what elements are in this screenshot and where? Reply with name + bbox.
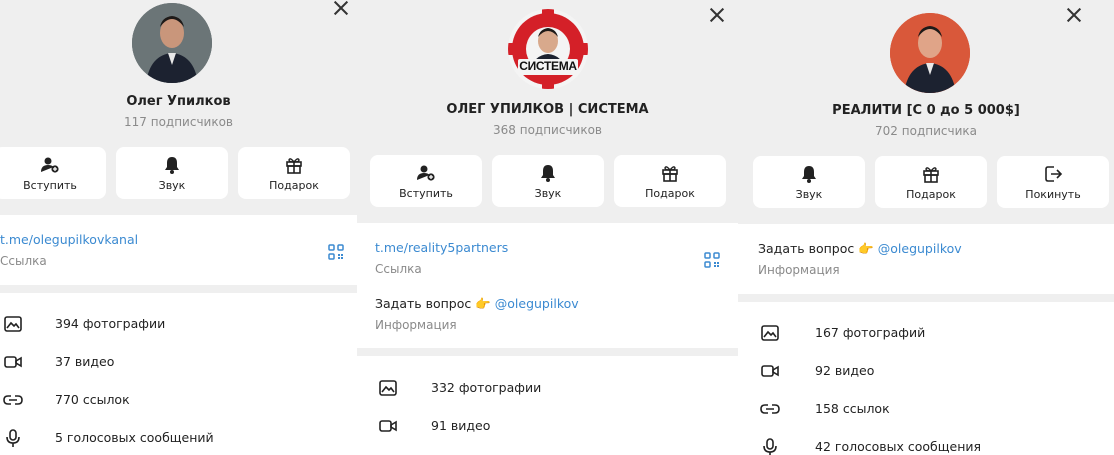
leave-icon bbox=[1045, 165, 1063, 182]
media-row-links[interactable]: 158 ссылок bbox=[738, 390, 1114, 428]
media-label: 5 голосовых сообщений bbox=[55, 430, 214, 445]
section-divider bbox=[738, 294, 1114, 302]
channel-panel-1: Олег Упилков 117 подписчиков Вступить Зв… bbox=[0, 0, 357, 455]
link-caption: Ссылка bbox=[0, 254, 47, 268]
qr-code-icon[interactable] bbox=[704, 252, 720, 268]
sound-label: Звук bbox=[534, 186, 562, 200]
gift-button[interactable]: Подарок bbox=[238, 147, 350, 199]
info-text: Задать вопрос 👉 @olegupilkov bbox=[758, 241, 962, 257]
avatar-badge-text: СИСТЕМА bbox=[519, 59, 577, 73]
avatar: СИСТЕМА bbox=[508, 9, 588, 89]
photo-icon bbox=[761, 325, 779, 341]
gift-icon bbox=[286, 157, 302, 174]
mention-link[interactable]: @olegupilkov bbox=[495, 296, 579, 311]
close-icon[interactable] bbox=[709, 7, 725, 23]
sound-button[interactable]: Звук bbox=[753, 156, 865, 208]
qr-code-icon[interactable] bbox=[328, 244, 344, 260]
gift-icon bbox=[923, 166, 939, 183]
channel-panel-2: СИСТЕМА ОЛЕГ УПИЛКОВ | СИСТЕМА 368 подпи… bbox=[357, 0, 738, 455]
subscriber-count: 702 подписчика bbox=[875, 124, 977, 138]
avatar bbox=[132, 3, 212, 83]
media-row-photos[interactable]: 167 фотографий bbox=[738, 314, 1114, 352]
sound-button[interactable]: Звук bbox=[116, 147, 228, 199]
bell-icon bbox=[165, 156, 179, 174]
gift-button[interactable]: Подарок bbox=[614, 155, 726, 207]
media-label: 42 голосовых сообщения bbox=[815, 439, 982, 454]
channel-title: РЕАЛИТИ [С 0 до 5 000$] bbox=[832, 103, 1020, 118]
photo-icon bbox=[4, 316, 22, 332]
gift-button[interactable]: Подарок bbox=[875, 156, 987, 208]
section-divider bbox=[357, 348, 738, 356]
profile-header: Олег Упилков 117 подписчиков Вступить Зв… bbox=[0, 0, 357, 215]
media-row-photos[interactable]: 394 фотографии bbox=[0, 305, 357, 343]
gift-label: Подарок bbox=[645, 186, 695, 200]
media-label: 332 фотографии bbox=[431, 380, 542, 395]
sound-button[interactable]: Звук bbox=[492, 155, 604, 207]
video-icon bbox=[4, 356, 22, 368]
avatar bbox=[890, 13, 970, 93]
media-label: 91 видео bbox=[431, 418, 491, 433]
info-text: Задать вопрос 👉 @olegupilkov bbox=[375, 296, 579, 312]
profile-header: РЕАЛИТИ [С 0 до 5 000$] 702 подписчика З… bbox=[738, 0, 1114, 224]
media-row-videos[interactable]: 91 видео bbox=[357, 407, 738, 445]
info-text-prefix: Задать вопрос 👉 bbox=[758, 241, 878, 256]
media-label: 92 видео bbox=[815, 363, 875, 378]
media-row-voice[interactable]: 42 голосовых сообщения bbox=[738, 428, 1114, 455]
media-label: 167 фотографий bbox=[815, 325, 926, 340]
photo-icon bbox=[379, 380, 397, 396]
channel-panel-3: РЕАЛИТИ [С 0 до 5 000$] 702 подписчика З… bbox=[738, 0, 1114, 455]
channel-link[interactable]: t.me/olegupilkovkanal bbox=[0, 232, 138, 247]
leave-button[interactable]: Покинуть bbox=[997, 156, 1109, 208]
info-caption: Информация bbox=[758, 263, 840, 277]
join-label: Вступить bbox=[399, 186, 453, 200]
media-row-videos[interactable]: 37 видео bbox=[0, 343, 357, 381]
link-caption: Ссылка bbox=[375, 262, 422, 276]
microphone-icon bbox=[763, 438, 777, 455]
subscriber-count: 117 подписчиков bbox=[124, 115, 233, 129]
gift-label: Подарок bbox=[906, 187, 956, 201]
channel-link[interactable]: t.me/reality5partners bbox=[375, 240, 508, 255]
subscriber-count: 368 подписчиков bbox=[493, 123, 602, 137]
media-label: 158 ссылок bbox=[815, 401, 890, 416]
media-row-links[interactable]: 770 ссылок bbox=[0, 381, 357, 419]
info-text-prefix: Задать вопрос 👉 bbox=[375, 296, 495, 311]
media-row-voice[interactable]: 5 голосовых сообщений bbox=[0, 419, 357, 455]
microphone-icon bbox=[6, 429, 20, 447]
link-icon bbox=[3, 395, 23, 405]
link-section: t.me/olegupilkovkanal Ссылка bbox=[0, 215, 357, 293]
leave-label: Покинуть bbox=[1025, 187, 1081, 201]
media-row-photos[interactable]: 332 фотографии bbox=[357, 369, 738, 407]
join-label: Вступить bbox=[23, 178, 77, 192]
profile-header: СИСТЕМА ОЛЕГ УПИЛКОВ | СИСТЕМА 368 подпи… bbox=[357, 0, 738, 223]
add-user-icon bbox=[417, 165, 435, 181]
media-label: 770 ссылок bbox=[55, 392, 130, 407]
sound-label: Звук bbox=[795, 187, 823, 201]
channel-title: ОЛЕГ УПИЛКОВ | СИСТЕМА bbox=[446, 102, 649, 117]
video-icon bbox=[761, 365, 779, 377]
join-button[interactable]: Вступить bbox=[370, 155, 482, 207]
gift-label: Подарок bbox=[269, 178, 319, 192]
link-icon bbox=[760, 404, 780, 414]
info-section: Задать вопрос 👉 @olegupilkov Информация bbox=[738, 224, 1114, 294]
channel-title: Олег Упилков bbox=[126, 94, 231, 109]
join-button[interactable]: Вступить bbox=[0, 147, 106, 199]
video-icon bbox=[379, 420, 397, 432]
media-label: 37 видео bbox=[55, 354, 115, 369]
sound-label: Звук bbox=[158, 178, 186, 192]
media-row-videos[interactable]: 92 видео bbox=[738, 352, 1114, 390]
gift-icon bbox=[662, 165, 678, 182]
bell-icon bbox=[541, 164, 555, 182]
mention-link[interactable]: @olegupilkov bbox=[878, 241, 962, 256]
section-divider bbox=[0, 285, 357, 293]
close-icon[interactable] bbox=[333, 0, 349, 16]
info-section: t.me/reality5partners Ссылка Задать вопр… bbox=[357, 223, 738, 348]
bell-icon bbox=[802, 165, 816, 183]
info-caption: Информация bbox=[375, 318, 457, 332]
add-user-icon bbox=[41, 157, 59, 173]
media-label: 394 фотографии bbox=[55, 316, 166, 331]
close-icon[interactable] bbox=[1066, 7, 1082, 23]
